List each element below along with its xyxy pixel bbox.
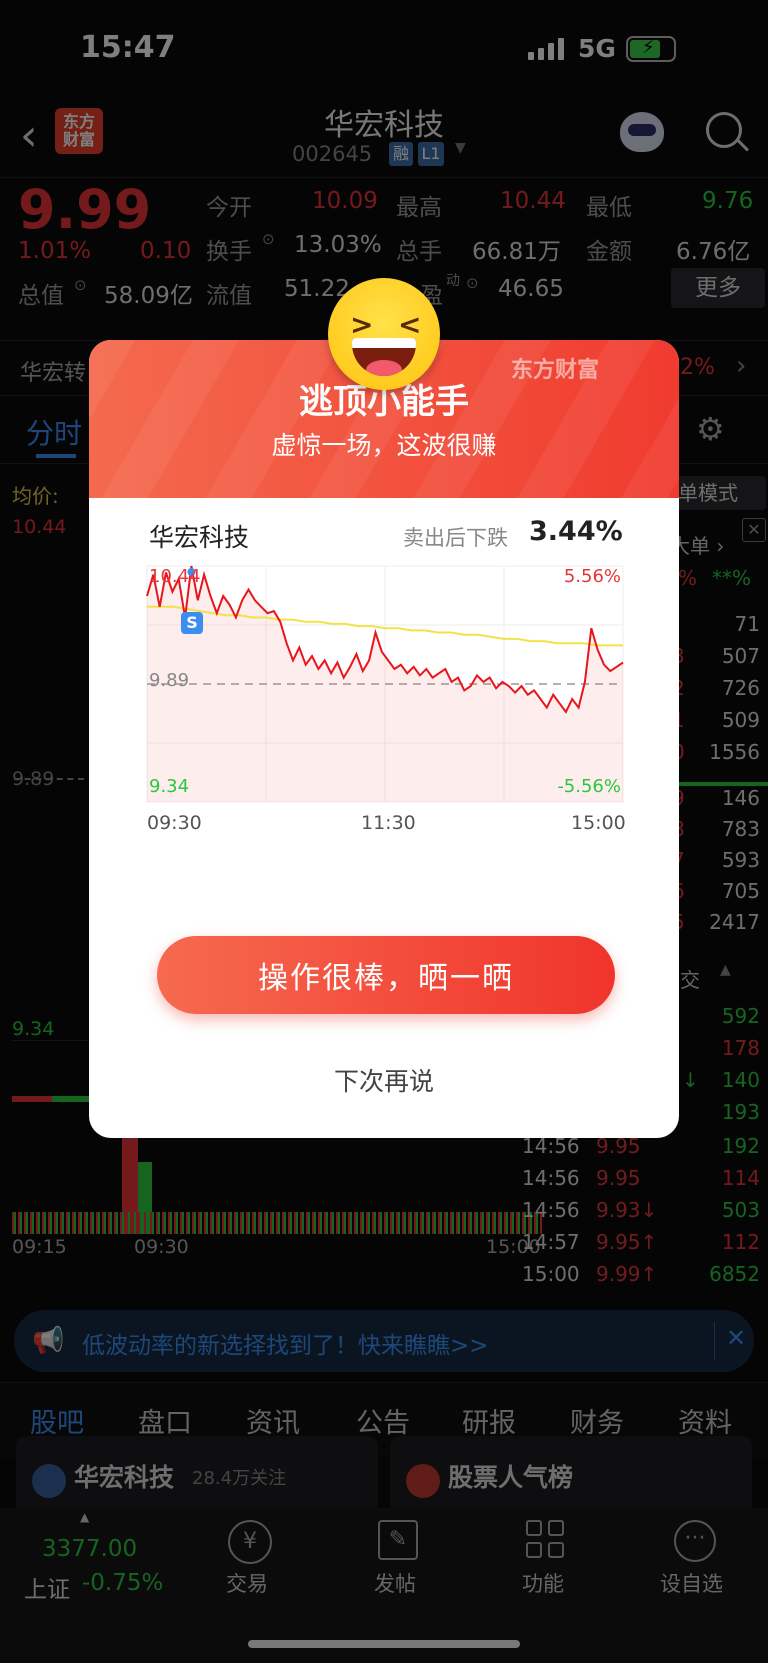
modal-y-high: 10.44 xyxy=(149,566,201,587)
sell-marker: S xyxy=(181,612,203,634)
modal-pct-high: 5.56% xyxy=(563,566,621,587)
drop-label: 卖出后下跌 xyxy=(403,526,508,550)
app-root: { "status": {"time": "15:47", "network":… xyxy=(0,0,768,1663)
modal-time-start: 09:30 xyxy=(147,812,202,834)
modal-y-mid: 9.89 xyxy=(149,670,190,691)
laughing-emoji-icon: > < xyxy=(328,278,440,390)
modal-pct-low: -5.56% xyxy=(557,776,621,797)
drop-value: 3.44% xyxy=(529,516,623,547)
share-button[interactable]: 操作很棒，晒一晒 xyxy=(157,936,615,1014)
modal-dialog: 东方财富 逃顶小能手 虚惊一场，这波很赚 华宏科技 卖出后下跌 3.44% S … xyxy=(89,340,679,1138)
modal-chart: S 10.44 9.89 9.34 5.56% -5.56% xyxy=(146,565,624,803)
modal-chart-svg xyxy=(146,565,624,803)
modal-stock-name: 华宏科技 xyxy=(149,523,250,552)
modal-y-low: 9.34 xyxy=(149,776,190,797)
dismiss-link[interactable]: 下次再说 xyxy=(89,1062,679,1098)
modal-time-end: 15:00 xyxy=(571,812,626,834)
modal-subtitle: 虚惊一场，这波很赚 xyxy=(271,431,497,460)
modal-time-mid: 11:30 xyxy=(361,812,416,834)
